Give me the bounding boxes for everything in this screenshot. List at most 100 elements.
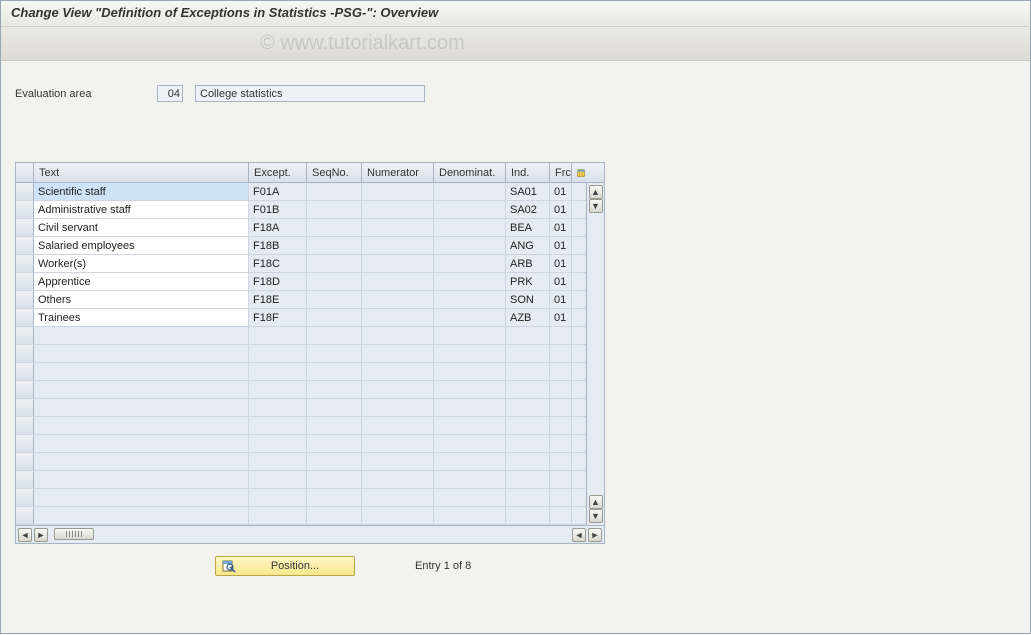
scroll-left-step-button[interactable]: ◄	[572, 528, 586, 542]
row-selector[interactable]	[16, 255, 34, 272]
scroll-step-down-button[interactable]: ▼	[589, 199, 603, 213]
scroll-right-step-button[interactable]: ►	[34, 528, 48, 542]
scroll-right-button[interactable]: ►	[588, 528, 602, 542]
row-selector[interactable]	[16, 291, 34, 308]
row-selector[interactable]	[16, 237, 34, 254]
cell-seqno[interactable]	[307, 345, 362, 362]
cell-except[interactable]	[249, 471, 307, 488]
cell-numerator[interactable]	[362, 399, 434, 416]
table-row-empty[interactable]	[16, 345, 604, 363]
cell-except[interactable]	[249, 345, 307, 362]
cell-ind[interactable]	[506, 471, 550, 488]
cell-except[interactable]: F18B	[249, 237, 307, 254]
cell-frc[interactable]: 01	[550, 291, 572, 308]
row-selector[interactable]	[16, 399, 34, 416]
cell-text[interactable]: Others	[34, 291, 249, 308]
row-selector[interactable]	[16, 201, 34, 218]
cell-numerator[interactable]	[362, 255, 434, 272]
cell-except[interactable]: F18C	[249, 255, 307, 272]
table-row-empty[interactable]	[16, 381, 604, 399]
cell-frc[interactable]	[550, 399, 572, 416]
table-row-empty[interactable]	[16, 417, 604, 435]
row-selector[interactable]	[16, 435, 34, 452]
cell-except[interactable]	[249, 435, 307, 452]
table-row-empty[interactable]	[16, 453, 604, 471]
cell-frc[interactable]	[550, 471, 572, 488]
cell-ind[interactable]: PRK	[506, 273, 550, 290]
table-row-empty[interactable]	[16, 489, 604, 507]
cell-denominat[interactable]	[434, 201, 506, 218]
scroll-track[interactable]	[589, 215, 603, 493]
column-config-button[interactable]	[572, 163, 590, 182]
cell-ind[interactable]	[506, 327, 550, 344]
cell-frc[interactable]: 01	[550, 309, 572, 326]
cell-frc[interactable]: 01	[550, 237, 572, 254]
position-button[interactable]: Position...	[215, 556, 355, 576]
cell-numerator[interactable]	[362, 327, 434, 344]
cell-text[interactable]	[34, 507, 249, 524]
cell-ind[interactable]	[506, 435, 550, 452]
cell-frc[interactable]	[550, 507, 572, 524]
cell-text[interactable]	[34, 345, 249, 362]
column-header-ind[interactable]: Ind.	[506, 163, 550, 182]
cell-text[interactable]	[34, 417, 249, 434]
cell-text[interactable]: Scientific staff	[34, 183, 249, 200]
table-row[interactable]: Administrative staffF01BSA0201	[16, 201, 604, 219]
cell-except[interactable]	[249, 489, 307, 506]
table-row-empty[interactable]	[16, 471, 604, 489]
cell-denominat[interactable]	[434, 237, 506, 254]
cell-text[interactable]: Trainees	[34, 309, 249, 326]
cell-seqno[interactable]	[307, 471, 362, 488]
cell-except[interactable]: F18F	[249, 309, 307, 326]
row-selector[interactable]	[16, 363, 34, 380]
cell-denominat[interactable]	[434, 381, 506, 398]
horizontal-scroll-thumb[interactable]	[54, 528, 94, 540]
table-row[interactable]: Scientific staffF01ASA0101	[16, 183, 604, 201]
row-selector[interactable]	[16, 309, 34, 326]
row-selector[interactable]	[16, 453, 34, 470]
cell-numerator[interactable]	[362, 345, 434, 362]
cell-numerator[interactable]	[362, 435, 434, 452]
cell-frc[interactable]: 01	[550, 219, 572, 236]
cell-denominat[interactable]	[434, 363, 506, 380]
cell-except[interactable]	[249, 417, 307, 434]
column-header-seqno[interactable]: SeqNo.	[307, 163, 362, 182]
cell-denominat[interactable]	[434, 489, 506, 506]
cell-denominat[interactable]	[434, 309, 506, 326]
cell-seqno[interactable]	[307, 237, 362, 254]
cell-ind[interactable]	[506, 345, 550, 362]
cell-numerator[interactable]	[362, 219, 434, 236]
cell-ind[interactable]	[506, 399, 550, 416]
table-row[interactable]: Civil servantF18ABEA01	[16, 219, 604, 237]
row-selector[interactable]	[16, 417, 34, 434]
cell-text[interactable]: Administrative staff	[34, 201, 249, 218]
cell-denominat[interactable]	[434, 327, 506, 344]
cell-numerator[interactable]	[362, 453, 434, 470]
cell-except[interactable]	[249, 327, 307, 344]
horizontal-scrollbar[interactable]: ◄ ► ◄ ►	[16, 525, 604, 543]
cell-denominat[interactable]	[434, 291, 506, 308]
table-row[interactable]: ApprenticeF18DPRK01	[16, 273, 604, 291]
cell-frc[interactable]	[550, 489, 572, 506]
table-row-empty[interactable]	[16, 363, 604, 381]
cell-ind[interactable]: SON	[506, 291, 550, 308]
table-row[interactable]: TraineesF18FAZB01	[16, 309, 604, 327]
cell-ind[interactable]: SA02	[506, 201, 550, 218]
row-selector[interactable]	[16, 183, 34, 200]
cell-denominat[interactable]	[434, 417, 506, 434]
cell-frc[interactable]	[550, 345, 572, 362]
cell-ind[interactable]	[506, 507, 550, 524]
cell-text[interactable]: Apprentice	[34, 273, 249, 290]
cell-numerator[interactable]	[362, 363, 434, 380]
cell-frc[interactable]: 01	[550, 183, 572, 200]
column-header-text[interactable]: Text	[34, 163, 249, 182]
cell-numerator[interactable]	[362, 471, 434, 488]
cell-denominat[interactable]	[434, 435, 506, 452]
table-row[interactable]: Salaried employeesF18BANG01	[16, 237, 604, 255]
vertical-scrollbar[interactable]: ▲ ▼ ▲ ▼	[586, 183, 604, 525]
cell-denominat[interactable]	[434, 255, 506, 272]
cell-except[interactable]	[249, 363, 307, 380]
cell-text[interactable]: Salaried employees	[34, 237, 249, 254]
cell-frc[interactable]	[550, 363, 572, 380]
table-row-empty[interactable]	[16, 327, 604, 345]
